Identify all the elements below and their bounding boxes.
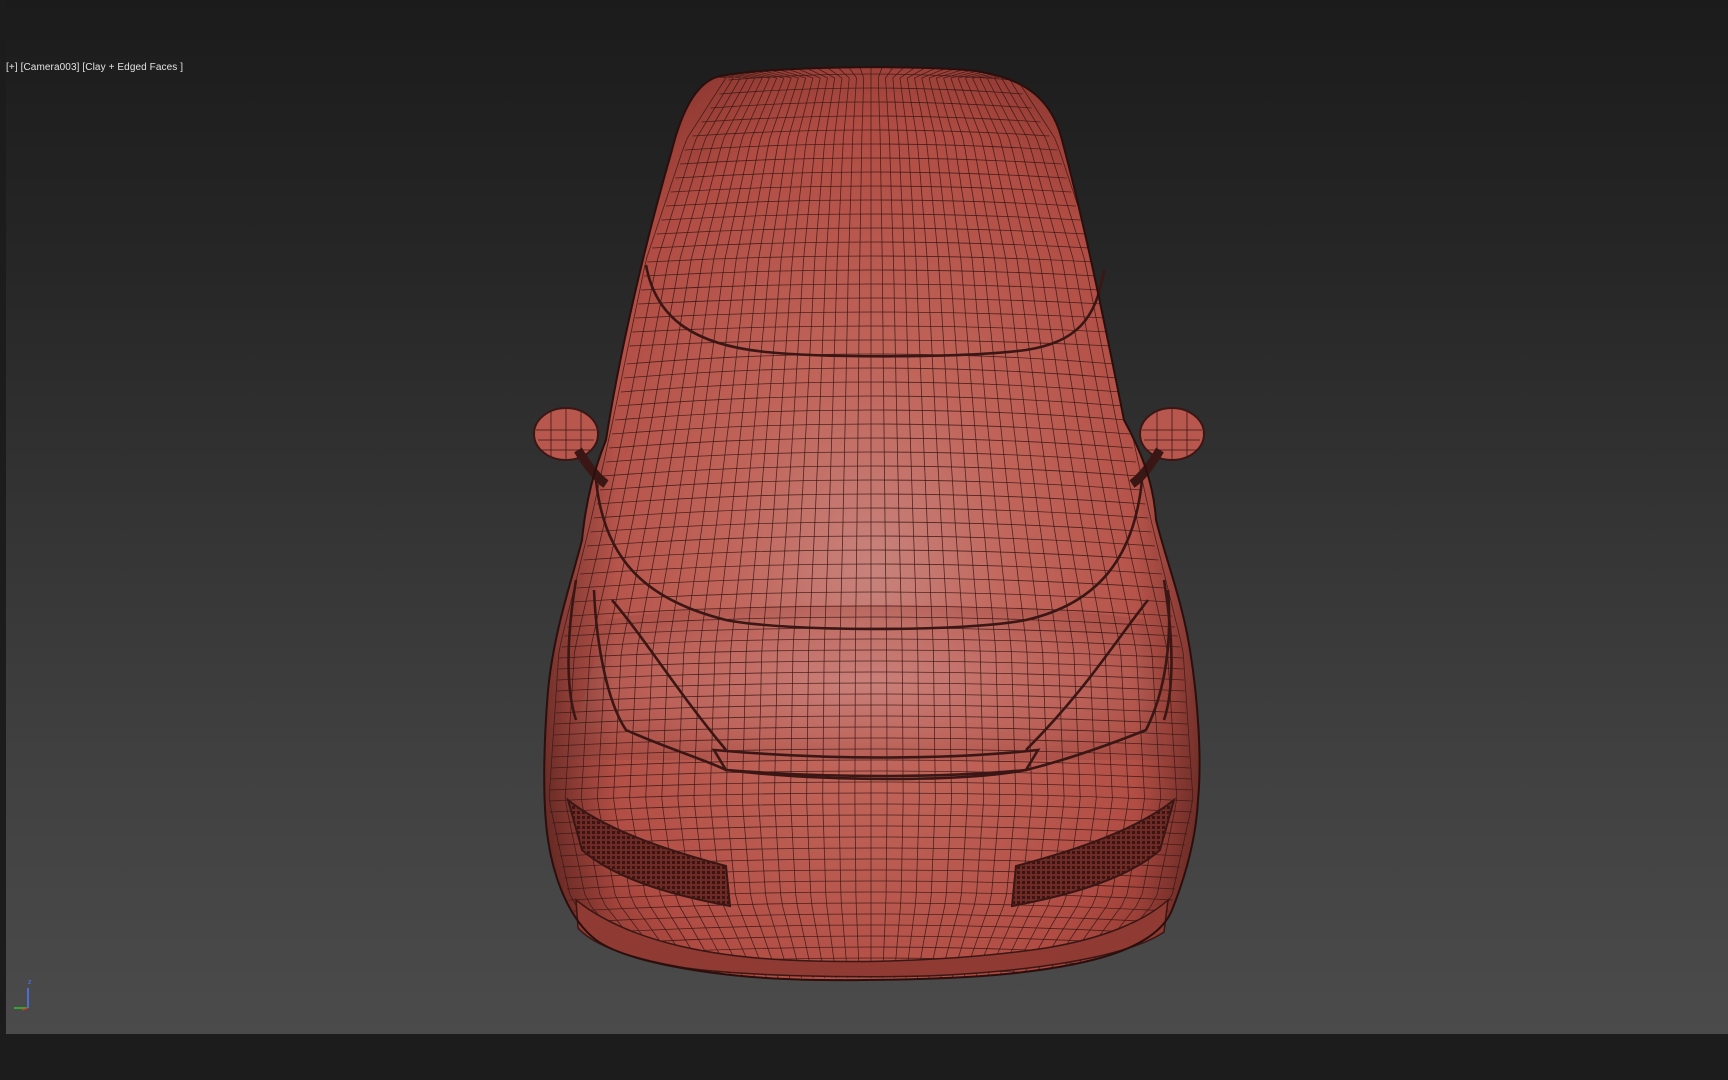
perspective-viewport[interactable]: [+] [Camera003] [Clay + Edged Faces ] z — [6, 0, 1728, 1034]
viewport-camera-menu[interactable]: [Camera003] — [21, 62, 80, 73]
bottom-bar — [0, 1034, 1728, 1080]
car-model-mesh[interactable] — [6, 0, 1728, 1034]
viewport-plus-menu[interactable]: [+] — [6, 62, 18, 73]
application-window: [+] [Camera003] [Clay + Edged Faces ] z — [0, 0, 1728, 1080]
axis-z-label: z — [28, 979, 32, 986]
right-mirror — [1129, 407, 1205, 488]
viewport-label[interactable]: [+] [Camera003] [Clay + Edged Faces ] — [6, 62, 183, 73]
viewport-shading-menu[interactable]: [Clay + Edged Faces ] — [82, 62, 183, 73]
axis-tripod-icon: z — [12, 979, 38, 1012]
